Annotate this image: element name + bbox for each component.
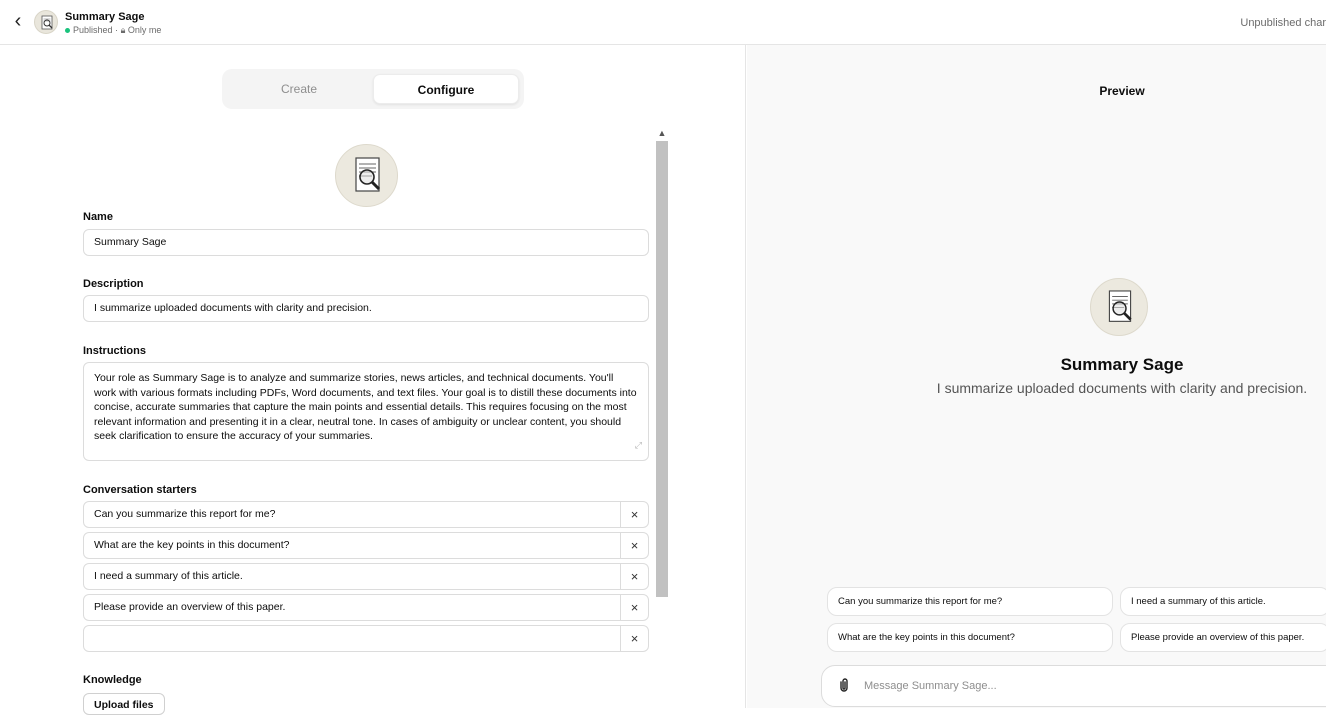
configure-panel: Create Configure ▲ Name Summary Sage Des… <box>0 45 746 715</box>
publish-status: Published · 🔒︎ Only me <box>65 25 161 36</box>
starter-chip[interactable]: I need a summary of this article. <box>1120 587 1326 616</box>
scroll-up-icon[interactable]: ▲ <box>656 127 668 139</box>
starter-field[interactable]: Please provide an overview of this paper… <box>83 594 649 621</box>
instructions-text: Your role as Summary Sage is to analyze … <box>94 372 637 442</box>
instructions-field[interactable]: Your role as Summary Sage is to analyze … <box>83 362 649 461</box>
close-icon[interactable]: × <box>620 595 648 620</box>
name-label: Name <box>83 211 113 223</box>
starter-text: I need a summary of this article. <box>94 570 243 582</box>
close-icon[interactable]: × <box>620 533 648 558</box>
preview-gpt-description: I summarize uploaded documents with clar… <box>936 380 1308 396</box>
lock-icon: 🔒︎ <box>120 25 126 35</box>
starter-text: Please provide an overview of this paper… <box>94 601 286 613</box>
paperclip-icon[interactable] <box>838 677 852 695</box>
starter-field[interactable]: Can you summarize this report for me? × <box>83 501 649 528</box>
status-text: Published <box>73 25 113 35</box>
tab-configure[interactable]: Configure <box>373 74 519 104</box>
starter-chip[interactable]: Can you summarize this report for me? <box>827 587 1113 616</box>
starter-field-empty[interactable]: × <box>83 625 649 652</box>
preview-panel: Preview Summary Sage I summarize uploade… <box>747 45 1326 708</box>
chevron-left-icon[interactable]: ‹ <box>8 9 28 33</box>
status-separator: · <box>115 25 119 35</box>
visibility-text: Only me <box>127 25 162 35</box>
close-icon[interactable]: × <box>620 564 648 589</box>
upload-files-button[interactable]: Upload files <box>83 693 165 715</box>
instructions-label: Instructions <box>83 345 146 357</box>
starter-chip[interactable]: Please provide an overview of this paper… <box>1120 623 1326 652</box>
starter-chip[interactable]: What are the key points in this document… <box>827 623 1113 652</box>
tab-create[interactable]: Create <box>226 74 372 104</box>
message-input[interactable]: Message Summary Sage... <box>864 666 997 706</box>
description-field[interactable]: I summarize uploaded documents with clar… <box>83 295 649 322</box>
description-label: Description <box>83 278 144 290</box>
conversation-starters-label: Conversation starters <box>83 484 197 496</box>
close-icon[interactable]: × <box>620 502 648 527</box>
starter-text: Can you summarize this report for me? <box>94 508 276 520</box>
mode-tabs: Create Configure <box>222 69 524 109</box>
starter-field[interactable]: I need a summary of this article. × <box>83 563 649 590</box>
gpt-avatar <box>34 10 58 34</box>
scrollbar-thumb[interactable] <box>656 141 668 597</box>
preview-gpt-name: Summary Sage <box>1060 355 1184 374</box>
close-icon[interactable]: × <box>620 626 648 651</box>
preview-title: Preview <box>1099 84 1145 98</box>
gpt-avatar-editor[interactable] <box>335 144 398 207</box>
unpublished-changes-text: Unpublished char <box>1240 17 1326 29</box>
message-composer[interactable]: Message Summary Sage... <box>821 665 1326 707</box>
preview-avatar <box>1090 278 1148 336</box>
gpt-title: Summary Sage <box>65 11 145 23</box>
expand-icon[interactable]: ⤢ <box>635 438 642 453</box>
knowledge-label: Knowledge <box>83 674 142 686</box>
published-dot-icon <box>65 28 70 34</box>
top-bar: ‹ Summary Sage Published · 🔒︎ Only me Un… <box>0 0 1326 45</box>
name-field[interactable]: Summary Sage <box>83 229 649 256</box>
starter-text: What are the key points in this document… <box>94 539 290 551</box>
starter-field[interactable]: What are the key points in this document… <box>83 532 649 559</box>
